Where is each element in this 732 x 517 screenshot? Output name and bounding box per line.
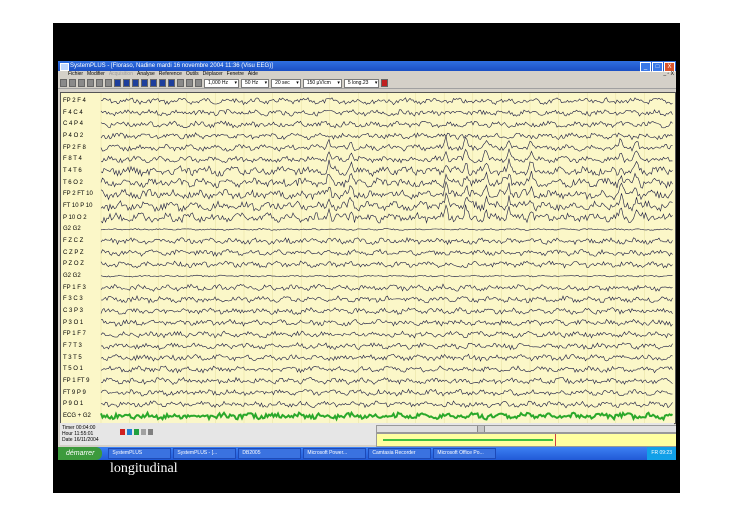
marker-flags xyxy=(120,429,153,435)
open-icon[interactable] xyxy=(60,79,67,87)
fast-backward-icon[interactable] xyxy=(123,79,130,87)
task-camtasia[interactable]: Camtasia Recorder xyxy=(368,448,432,459)
window-title: SystemPLUS - [Floraso, Nadine mardi 16 n… xyxy=(70,63,273,69)
record-icon[interactable] xyxy=(381,79,389,87)
montage-select[interactable]: 5 long.23 xyxy=(343,78,380,88)
task-systemplus-2[interactable]: SystemPLUS - [... xyxy=(173,448,237,459)
overview-progress-line xyxy=(383,439,553,441)
task-systemplus-1[interactable]: SystemPLUS xyxy=(108,448,172,459)
systemplus-window: SystemPLUS - [Floraso, Nadine mardi 16 n… xyxy=(58,61,676,460)
menu-reference[interactable]: Reference xyxy=(159,71,182,78)
toolbar: 1,000 Hz 50 Hz 20 sec 150 µV/cm 5 long.2… xyxy=(58,78,676,89)
task-powerpoint[interactable]: Microsoft Power... xyxy=(303,448,367,459)
first-page-icon[interactable] xyxy=(114,79,121,87)
backward-icon[interactable] xyxy=(132,79,139,87)
time-scrollbar[interactable] xyxy=(376,425,676,433)
copy-icon[interactable] xyxy=(96,79,103,87)
scrollbar-thumb[interactable] xyxy=(477,426,485,432)
menu-fichier[interactable]: Fichier xyxy=(68,71,83,78)
last-page-icon[interactable] xyxy=(168,79,175,87)
status-panel: Timer 00:04:00 Hour 11:55:01 Date 16/11/… xyxy=(60,423,676,447)
eeg-plot-area[interactable]: FP 2 F 4F 4 C 4C 4 P 4P 4 O 2 FP 2 F 8F 8… xyxy=(60,92,676,424)
menu-acquisition[interactable]: Acquisition xyxy=(109,71,133,78)
settings-icon[interactable] xyxy=(186,79,193,87)
overview-position-marker xyxy=(555,434,556,446)
date-readout: Date 16/11/2004 xyxy=(62,437,99,443)
menu-deplacer[interactable]: Déplacer xyxy=(203,71,223,78)
red-flag-icon[interactable] xyxy=(120,429,125,435)
menu-aide[interactable]: Aide xyxy=(248,71,258,78)
play-icon[interactable] xyxy=(141,79,148,87)
menu-modifier[interactable]: Modifier xyxy=(87,71,105,78)
print-icon[interactable] xyxy=(78,79,85,87)
task-db2005[interactable]: DB2005 xyxy=(238,448,302,459)
eeg-traces xyxy=(100,93,674,423)
recording-overview[interactable] xyxy=(376,433,676,447)
menu-analyse[interactable]: Analyse xyxy=(137,71,155,78)
slide-caption: longitudinal xyxy=(110,461,178,476)
save-icon[interactable] xyxy=(69,79,76,87)
sensitivity-select[interactable]: 150 µV/cm xyxy=(302,78,342,88)
app-icon xyxy=(60,63,69,71)
high-pass-select[interactable]: 1,000 Hz xyxy=(204,78,240,88)
forward-icon[interactable] xyxy=(150,79,157,87)
paste-icon[interactable] xyxy=(105,79,112,87)
montage-icon[interactable] xyxy=(177,79,184,87)
window-title-bar: SystemPLUS - [Floraso, Nadine mardi 16 n… xyxy=(58,61,676,72)
task-office[interactable]: Microsoft Office Po... xyxy=(433,448,497,459)
menu-fenetre[interactable]: Fenetre xyxy=(227,71,244,78)
time-info: Timer 00:04:00 Hour 11:55:01 Date 16/11/… xyxy=(62,425,99,443)
green-flag-icon[interactable] xyxy=(134,429,139,435)
mdi-window-controls[interactable]: _ ▫ X xyxy=(663,71,674,78)
timebase-select[interactable]: 20 sec xyxy=(271,78,301,88)
notch-filter-select[interactable]: 50 Hz xyxy=(241,78,270,88)
system-tray-clock: FR 09:23 xyxy=(647,447,676,460)
marker-icon[interactable] xyxy=(195,79,202,87)
menu-bar: Fichier Modifier Acquisition Analyse Ref… xyxy=(58,71,676,78)
trash-icon[interactable] xyxy=(148,429,153,435)
slide-background: SystemPLUS - [Floraso, Nadine mardi 16 n… xyxy=(53,23,680,493)
menu-outils[interactable]: Outils xyxy=(186,71,199,78)
zoom-icon[interactable] xyxy=(87,79,94,87)
ruler-icon[interactable] xyxy=(141,429,146,435)
start-button[interactable]: démarrer xyxy=(58,447,103,460)
fast-forward-icon[interactable] xyxy=(159,79,166,87)
blue-flag-icon[interactable] xyxy=(127,429,132,435)
windows-taskbar: démarrer SystemPLUS SystemPLUS - [... DB… xyxy=(58,447,676,460)
